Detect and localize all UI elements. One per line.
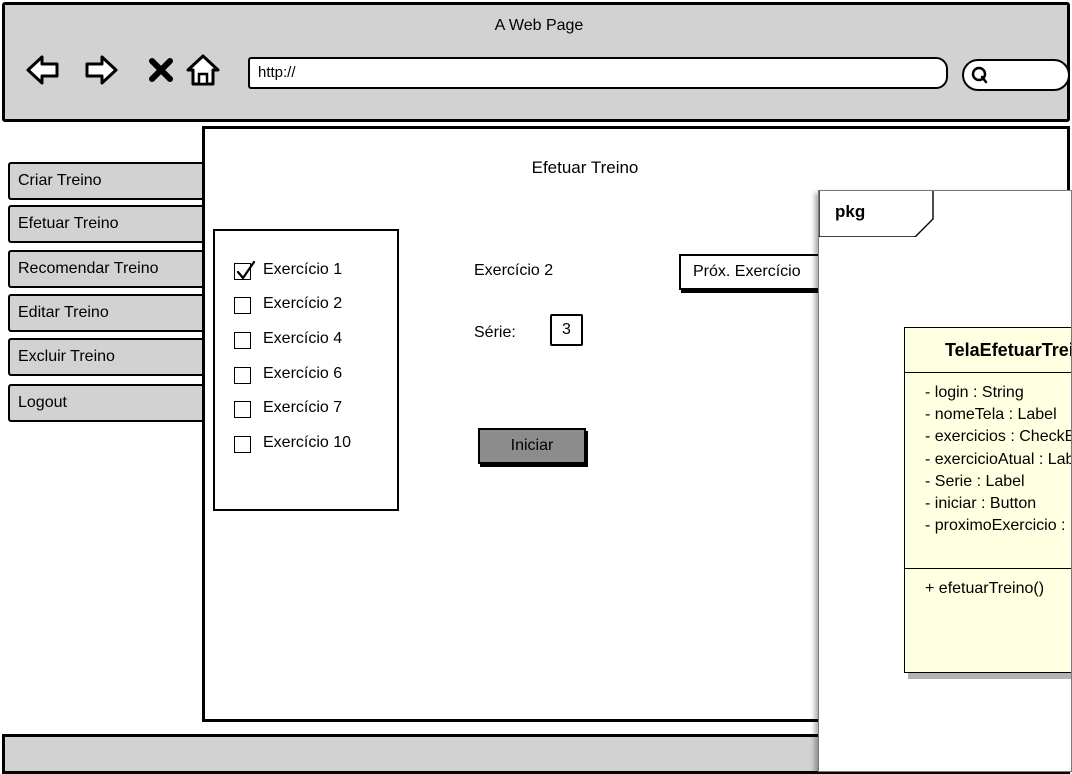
uml-attribute: - nomeTela : Label xyxy=(925,406,1057,424)
uml-attribute: - exercicios : CheckBox xyxy=(925,428,1071,446)
browser-chrome: A Web Page http:// xyxy=(2,2,1070,122)
checkbox-unchecked[interactable] xyxy=(234,332,251,349)
checkmark-icon xyxy=(236,260,256,280)
uml-attribute: - proximoExercicio : Button xyxy=(925,517,1071,535)
uml-attribute: - Serie : Label xyxy=(925,472,1025,490)
serie-label: Série: xyxy=(474,324,516,341)
search-icon xyxy=(971,66,988,84)
sidebar-item-editar-treino[interactable]: Editar Treino xyxy=(8,294,210,332)
package-label: pkg xyxy=(835,202,866,221)
checkbox-unchecked[interactable] xyxy=(234,297,251,314)
close-x-icon[interactable] xyxy=(143,52,179,88)
checkbox-unchecked[interactable] xyxy=(234,367,251,384)
exercise-label: Exercício 6 xyxy=(263,365,343,382)
uml-attribute: - login : String xyxy=(925,384,1024,401)
uml-methods: + efetuarTreino() xyxy=(925,580,1044,598)
exercise-label: Exercício 7 xyxy=(263,399,343,416)
serie-value-field[interactable]: 3 xyxy=(550,314,583,346)
start-button[interactable]: Iniciar xyxy=(478,428,586,464)
uml-attributes: - login : String - nomeTela : Label - ex… xyxy=(925,382,1072,537)
home-icon[interactable] xyxy=(185,52,221,88)
uml-class-box: TelaEfetuarTreino - login : String - nom… xyxy=(904,327,1072,673)
url-input[interactable]: http:// xyxy=(248,57,948,89)
checkbox-checked[interactable] xyxy=(234,260,256,280)
window-title: A Web Page xyxy=(494,17,584,34)
sidebar-item-excluir-treino[interactable]: Excluir Treino xyxy=(8,338,210,376)
uml-method: + efetuarTreino() xyxy=(925,580,1045,597)
uml-divider xyxy=(905,372,1071,373)
forward-arrow-icon[interactable] xyxy=(83,52,119,88)
current-exercise-label: Exercício 2 xyxy=(474,262,554,279)
exercise-label: Exercício 2 xyxy=(263,295,343,312)
next-exercise-button[interactable]: Próx. Exercício xyxy=(679,254,839,290)
uml-package-frame: pkg TelaEfetuarTreino - login : String -… xyxy=(818,190,1072,772)
page-title: Efetuar Treino xyxy=(531,158,639,177)
url-text: http:// xyxy=(258,64,296,81)
exercise-label: Exercício 1 xyxy=(263,261,343,278)
search-input[interactable] xyxy=(962,59,1070,91)
sidebar-item-efetuar-treino[interactable]: Efetuar Treino xyxy=(8,205,210,243)
checkbox-unchecked[interactable] xyxy=(234,401,251,418)
sidebar-item-recomendar-treino[interactable]: Recomendar Treino xyxy=(8,250,210,288)
uml-class-name: TelaEfetuarTreino xyxy=(945,340,1071,360)
checkbox-unchecked[interactable] xyxy=(234,436,251,453)
sidebar-item-criar-treino[interactable]: Criar Treino xyxy=(8,162,210,200)
uml-attribute: - exercicioAtual : Label xyxy=(925,450,1072,468)
back-arrow-icon[interactable] xyxy=(25,52,61,88)
sidebar-item-logout[interactable]: Logout xyxy=(8,384,210,422)
uml-divider xyxy=(905,568,1071,569)
exercise-label: Exercício 10 xyxy=(263,434,352,451)
uml-attribute: - iniciar : Button xyxy=(925,495,1037,513)
exercise-label: Exercício 4 xyxy=(263,330,343,347)
